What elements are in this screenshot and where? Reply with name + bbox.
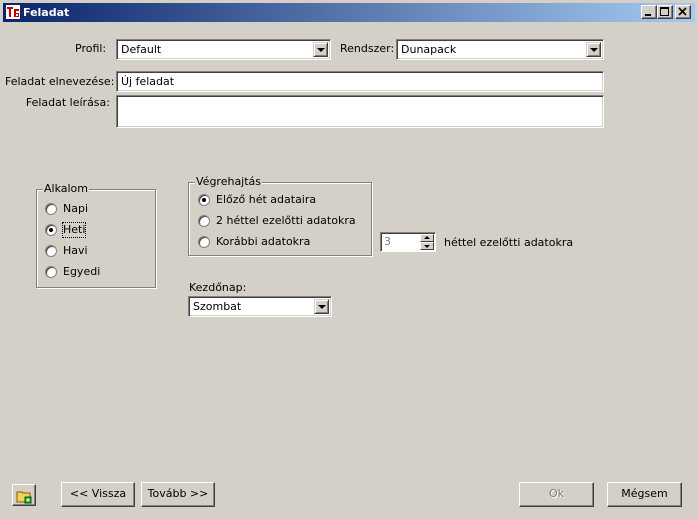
chevron-down-icon[interactable]: [313, 42, 328, 57]
occasion-option-label: Napi: [63, 202, 89, 215]
start-day-label: Kezdőnap:: [189, 281, 247, 294]
radio-icon: [45, 203, 57, 215]
radio-selected-icon: [198, 194, 210, 206]
weeks-spinner[interactable]: 3: [380, 232, 436, 252]
folder-save-icon: [16, 491, 32, 504]
execution-option-label: 2 héttel ezelőtti adatokra: [216, 214, 356, 227]
radio-icon: [45, 245, 57, 257]
chevron-down-icon[interactable]: [586, 42, 601, 57]
start-day-value: Szombat: [193, 300, 242, 313]
spin-down-icon[interactable]: [420, 242, 434, 250]
minimize-button[interactable]: [641, 5, 657, 19]
chevron-down-icon[interactable]: [314, 299, 329, 314]
task-window: Feladat Profil: Default Rendszer: Dunapa…: [0, 0, 698, 519]
profile-value: Default: [121, 43, 162, 56]
next-button[interactable]: Tovább >>: [141, 482, 215, 507]
occasion-option-label: Havi: [63, 244, 88, 257]
execution-option-label: Korábbi adatokra: [216, 235, 311, 248]
profile-combo[interactable]: Default: [116, 39, 331, 60]
system-label: Rendszer:: [340, 42, 395, 55]
system-value: Dunapack: [401, 43, 457, 56]
spin-up-icon[interactable]: [420, 234, 434, 242]
radio-icon: [198, 236, 210, 248]
cancel-button[interactable]: Mégsem: [607, 482, 682, 507]
occasion-legend: Alkalom: [43, 182, 89, 196]
radio-icon: [45, 266, 57, 278]
close-icon: [678, 7, 687, 16]
task-name-input[interactable]: Új feladat: [116, 71, 604, 92]
task-name-label: Feladat elnevezése:: [5, 75, 115, 88]
execution-legend: Végrehajtás: [195, 175, 263, 189]
profile-label: Profil:: [75, 42, 107, 55]
maximize-icon: [660, 7, 669, 16]
occasion-option-label: Egyedi: [63, 265, 101, 278]
close-button[interactable]: [675, 5, 691, 19]
execution-option-label: Előző hét adataira: [216, 193, 317, 206]
radio-selected-icon: [45, 224, 57, 236]
ok-button[interactable]: Ok: [519, 482, 594, 507]
task-description-label: Feladat leírása:: [25, 96, 110, 109]
window-title: Feladat: [23, 6, 70, 19]
start-day-combo[interactable]: Szombat: [188, 296, 332, 317]
radio-icon: [198, 215, 210, 227]
back-button[interactable]: << Vissza: [61, 482, 135, 507]
occasion-option-label: Heti: [61, 222, 87, 238]
minimize-icon: [645, 14, 651, 16]
weeks-value: 3: [384, 235, 391, 248]
maximize-button[interactable]: [657, 5, 673, 19]
title-bar[interactable]: Feladat: [3, 3, 695, 22]
weeks-suffix-label: héttel ezelőtti adatokra: [444, 236, 574, 249]
task-name-value: Új feladat: [121, 75, 175, 88]
system-combo[interactable]: Dunapack: [396, 39, 604, 60]
task-description-input[interactable]: [116, 95, 604, 128]
app-logo-icon: [6, 5, 20, 19]
save-template-button[interactable]: [12, 484, 36, 506]
